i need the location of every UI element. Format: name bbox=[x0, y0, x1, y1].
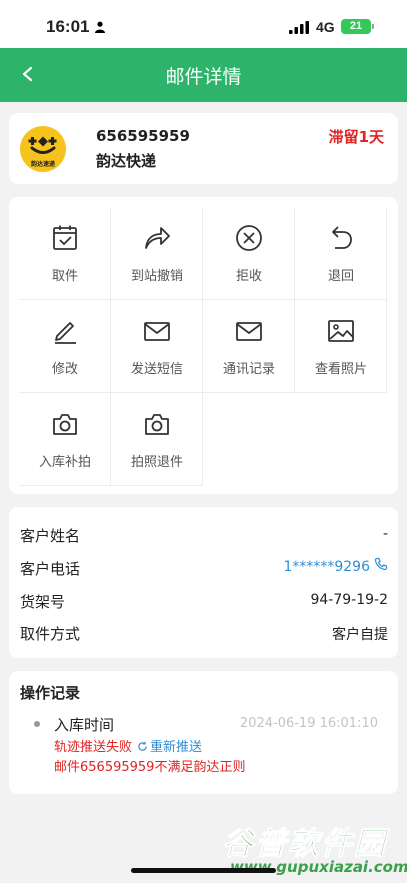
courier-logo: 韵达速递 bbox=[20, 126, 66, 172]
person-icon bbox=[95, 21, 105, 33]
action-contact-log[interactable]: 通讯记录 bbox=[203, 300, 295, 393]
phone-icon[interactable] bbox=[374, 557, 388, 571]
signal-icon bbox=[289, 21, 309, 34]
timeline-dot bbox=[34, 721, 40, 727]
actions-card: 取件 到站撤销 拒收 退回 修改 发送短信 通讯记录 查看照片 入库补拍 拍照退… bbox=[9, 197, 398, 494]
action-send-sms[interactable]: 发送短信 bbox=[111, 300, 203, 393]
page-title: 邮件详情 bbox=[165, 66, 242, 88]
action-label: 取件 bbox=[51, 269, 78, 284]
shelf-value: 94-79-19-2 bbox=[310, 592, 388, 608]
log-error: 轨迹推送失败 bbox=[54, 740, 133, 755]
resend-button[interactable]: 重新推送 bbox=[137, 736, 202, 755]
envelope-icon bbox=[236, 322, 262, 341]
action-view-photos[interactable]: 查看照片 bbox=[295, 300, 387, 393]
customer-phone-label: 客户电话 bbox=[20, 560, 81, 578]
action-label: 退回 bbox=[327, 269, 354, 284]
action-label: 查看照片 bbox=[314, 362, 367, 377]
action-label: 入库补拍 bbox=[38, 455, 91, 470]
log-detail: 邮件656595959不满足韵达正则 bbox=[54, 760, 246, 775]
action-label: 拍照退件 bbox=[130, 455, 183, 470]
home-indicator bbox=[131, 868, 276, 873]
network-label: 4G bbox=[316, 19, 335, 35]
courier-name: 韵达快递 bbox=[96, 152, 157, 170]
share-arrow-icon bbox=[145, 227, 170, 249]
action-reject[interactable]: 拒收 bbox=[203, 207, 295, 300]
operation-log-card: 操作记录 入库时间 2024-06-19 16:01:10 轨迹推送失败 重新推… bbox=[9, 671, 398, 794]
action-label: 到站撤销 bbox=[130, 269, 183, 284]
action-edit[interactable]: 修改 bbox=[19, 300, 111, 393]
status-bar: 16:01 4G 21 bbox=[0, 0, 407, 48]
action-label: 拒收 bbox=[235, 269, 262, 284]
undo-arrow-icon bbox=[332, 226, 352, 249]
customer-info-card: 客户姓名 - 客户电话 1******9296 货架号 94-79-19-2 取… bbox=[9, 507, 398, 658]
logo-text: 韵达速递 bbox=[30, 161, 55, 168]
refresh-icon bbox=[138, 741, 147, 751]
nav-bar: 邮件详情 bbox=[0, 48, 407, 102]
action-pickup[interactable]: 取件 bbox=[19, 207, 111, 300]
camera-icon bbox=[145, 414, 169, 435]
watermark-text: 谷普软件园 bbox=[222, 826, 387, 863]
action-return[interactable]: 退回 bbox=[295, 207, 387, 300]
action-photo-return[interactable]: 拍照退件 bbox=[111, 393, 203, 486]
courier-card: 韵达速递 656595959 韵达快递 滞留1天 bbox=[9, 113, 398, 184]
customer-name-value: - bbox=[382, 526, 388, 542]
action-label: 修改 bbox=[51, 362, 78, 377]
pencil-icon bbox=[55, 322, 76, 344]
action-storage-retake[interactable]: 入库补拍 bbox=[19, 393, 111, 486]
log-event: 入库时间 bbox=[54, 716, 115, 734]
log-time: 2024-06-19 16:01:10 bbox=[239, 716, 378, 731]
watermark-url: www.gupuxiazai.com bbox=[230, 858, 407, 876]
customer-phone-link[interactable]: 1******9296 bbox=[283, 559, 370, 575]
envelope-icon bbox=[144, 322, 170, 341]
camera-icon bbox=[53, 414, 77, 435]
log-title: 操作记录 bbox=[20, 684, 81, 702]
shelf-label: 货架号 bbox=[20, 593, 66, 611]
photo-icon bbox=[328, 320, 354, 342]
battery-icon: 21 bbox=[341, 19, 371, 34]
battery-tip bbox=[372, 24, 374, 29]
action-label: 通讯记录 bbox=[222, 362, 275, 377]
stay-status-badge: 滞留1天 bbox=[328, 128, 384, 146]
circle-x-icon bbox=[236, 225, 262, 251]
customer-name-label: 客户姓名 bbox=[20, 527, 81, 545]
pickup-method-value: 客户自提 bbox=[332, 627, 388, 643]
pickup-method-label: 取件方式 bbox=[20, 625, 81, 643]
resend-label: 重新推送 bbox=[150, 740, 203, 755]
action-cancel-arrival[interactable]: 到站撤销 bbox=[111, 207, 203, 300]
status-time: 16:01 bbox=[46, 17, 90, 36]
action-label: 发送短信 bbox=[130, 362, 183, 377]
tracking-number: 656595959 bbox=[96, 127, 190, 145]
calendar-check-icon bbox=[53, 225, 77, 250]
